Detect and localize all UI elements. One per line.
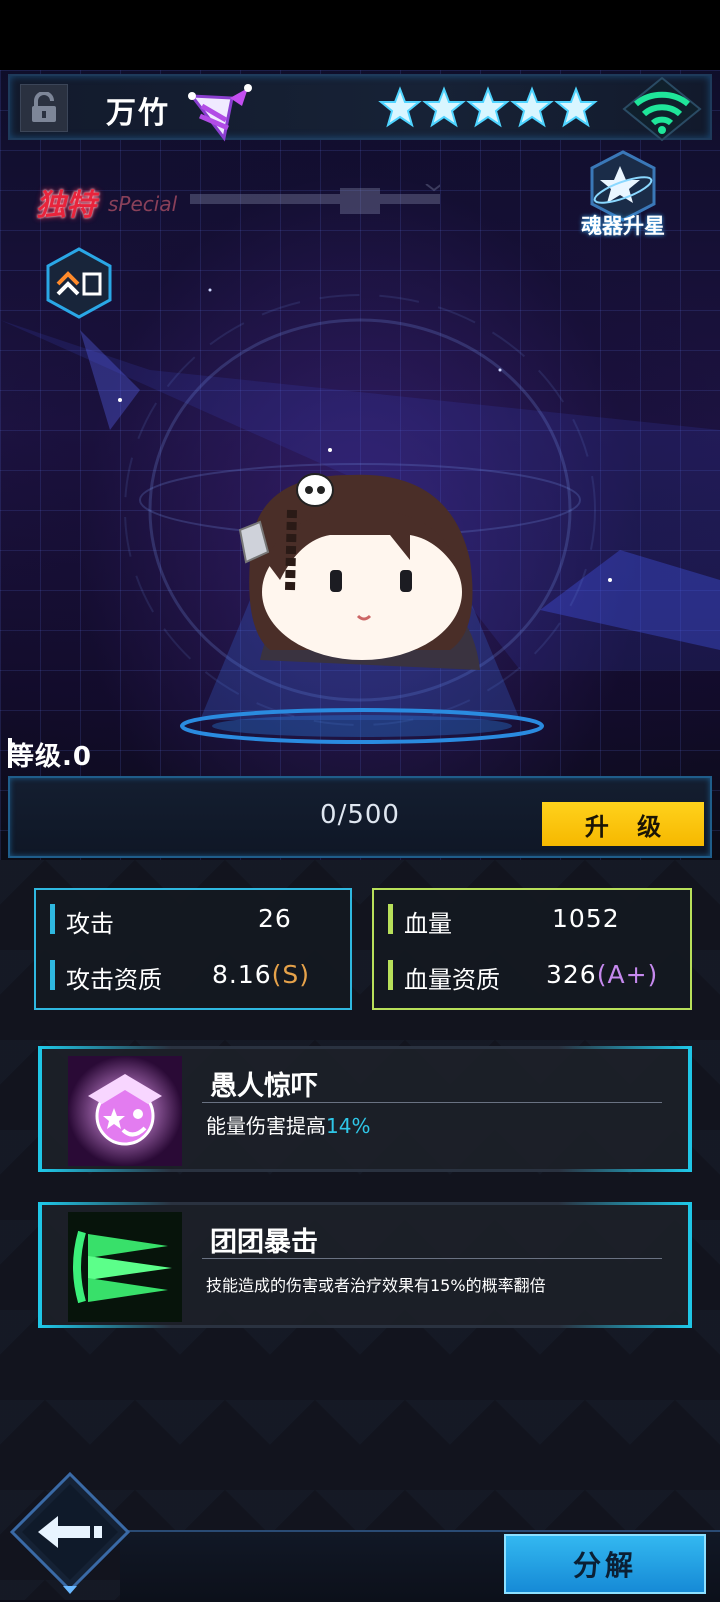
upgrade-button[interactable]: 升 级: [542, 802, 704, 846]
unique-tag: 独特: [36, 188, 96, 223]
attack-aptitude-row: 攻击资质 8.16(S): [36, 956, 350, 996]
star-icon: [554, 86, 598, 128]
attack-aptitude-marker: [50, 960, 55, 990]
star-icon: [466, 86, 510, 128]
character-portrait: [238, 473, 480, 670]
skill-frame-bottom: [42, 1169, 688, 1172]
skill-name: 团团暴击: [210, 1227, 318, 1258]
skill-separator: [202, 1258, 662, 1259]
star-icon: [378, 86, 422, 128]
decompose-button[interactable]: 分解: [504, 1534, 706, 1594]
attack-value: 26: [258, 904, 292, 933]
attack-label: 攻击: [66, 910, 114, 938]
skill-separator: [202, 1102, 662, 1103]
star-icon: [422, 86, 466, 128]
skill-frame-bottom: [42, 1325, 688, 1328]
wifi-icon[interactable]: [622, 76, 702, 142]
hp-aptitude-label: 血量资质: [404, 966, 500, 994]
hp-aptitude-row: 血量资质 326(A+): [374, 956, 690, 996]
hp-row: 血量 1052: [374, 900, 690, 940]
star-up-label[interactable]: 魂器升星: [568, 210, 678, 240]
skill-icon-box: [68, 1056, 182, 1166]
skill-desc-highlight: 14%: [326, 1114, 371, 1138]
green-spikes-icon: [68, 1212, 182, 1322]
skill-card[interactable]: 团团暴击 技能造成的伤害或者治疗效果有15%的概率翻倍: [38, 1202, 692, 1328]
unlock-icon: [32, 92, 56, 122]
hp-aptitude-marker: [388, 960, 393, 990]
hp-aptitude-number: 326: [546, 960, 597, 989]
back-button[interactable]: [8, 1470, 132, 1594]
star-rating: [378, 86, 598, 130]
skill-desc-text: 能量伤害提高: [206, 1114, 326, 1138]
star-icon: [510, 86, 554, 128]
attack-aptitude-value: 8.16(S): [212, 960, 310, 989]
rank-badge: [46, 247, 112, 319]
special-tag: sPecial: [108, 192, 178, 216]
skill-name: 愚人惊吓: [210, 1071, 318, 1102]
hp-aptitude-value: 326(A+): [546, 960, 658, 989]
attack-marker: [50, 904, 55, 934]
jester-face-icon: [68, 1056, 182, 1166]
level-label: 等级.0: [8, 742, 92, 772]
skill-description: 技能造成的伤害或者治疗效果有15%的概率翻倍: [206, 1276, 546, 1295]
hp-label: 血量: [404, 910, 452, 938]
attack-aptitude-number: 8.16: [212, 960, 272, 989]
status-strip: [0, 0, 720, 70]
character-name: 万竹: [106, 96, 170, 131]
skill-icon-box: [68, 1212, 182, 1322]
skill-card[interactable]: 愚人惊吓 能量伤害提高14%: [38, 1046, 692, 1172]
skill-description: 能量伤害提高14%: [206, 1110, 370, 1139]
weapon-silhouette-icon: [190, 184, 440, 214]
attack-stats-box: 攻击 26 攻击资质 8.16(S): [34, 888, 352, 1010]
hp-stats-box: 血量 1052 血量资质 326(A+): [372, 888, 692, 1010]
hp-aptitude-grade: (A+): [596, 960, 659, 989]
lock-button[interactable]: [20, 84, 68, 132]
jester-hat-icon: [188, 84, 252, 142]
attack-aptitude-grade: (S): [271, 960, 311, 989]
attack-aptitude-label: 攻击资质: [66, 966, 162, 994]
hp-value: 1052: [552, 904, 620, 933]
hp-marker: [388, 904, 393, 934]
skill-frame-top: [42, 1046, 688, 1049]
attack-row: 攻击 26: [36, 900, 350, 940]
skill-frame-top: [42, 1202, 688, 1205]
